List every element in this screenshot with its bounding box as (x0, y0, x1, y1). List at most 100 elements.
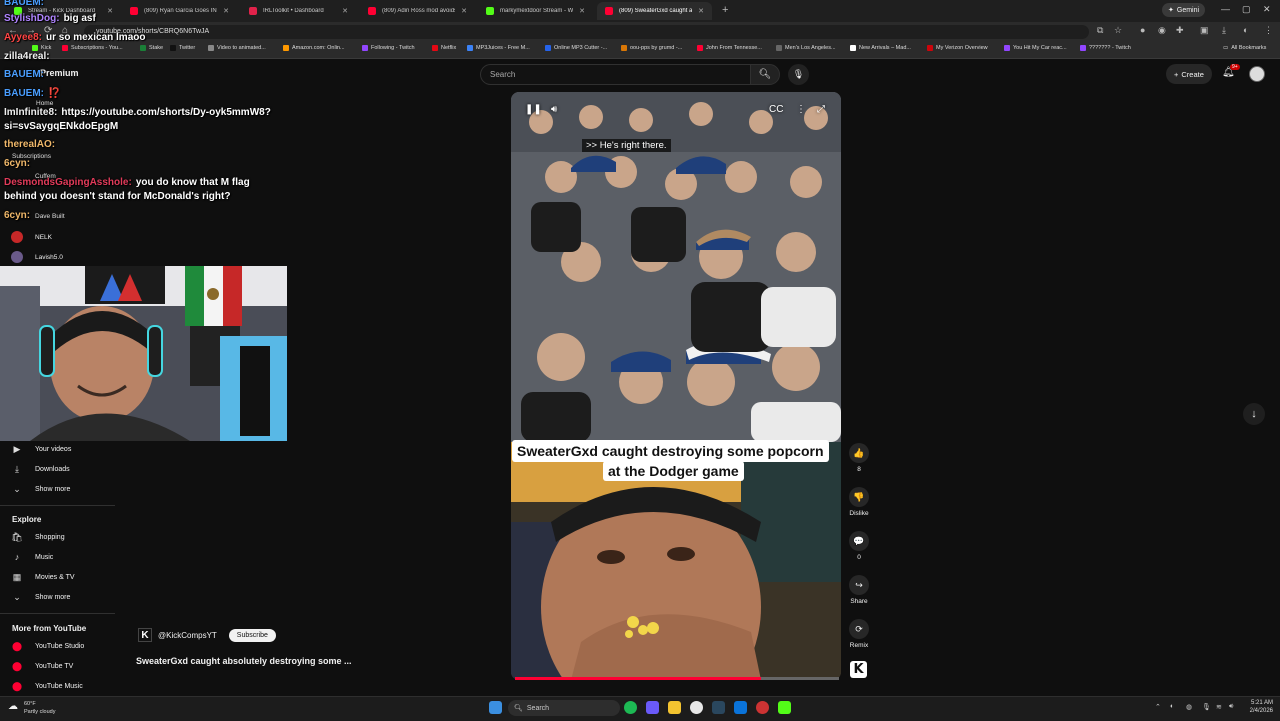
new-tab-button[interactable]: + (722, 4, 728, 16)
close-tab-icon[interactable]: ✕ (461, 7, 467, 15)
bookmark-item[interactable]: Men's Los Angeles... (776, 45, 836, 51)
extension-icon[interactable]: ● (1140, 25, 1145, 35)
channel-logo-kick[interactable]: K (850, 661, 867, 678)
bookmark-item[interactable]: Amazon.com: Onlin... (283, 45, 345, 51)
channel-handle[interactable]: @KickCompsYT (158, 631, 217, 640)
bookmark-item[interactable]: Stake (140, 45, 163, 51)
tab-favicon-icon (130, 7, 138, 15)
bookmark-item[interactable]: oou-pps by grumd -... (621, 45, 682, 51)
bookmark-item[interactable]: You Hit My Car reac... (1004, 45, 1067, 51)
subscription-dave-built[interactable]: Dave Built (35, 213, 65, 220)
maximize-button[interactable]: ▢ (1242, 4, 1251, 15)
bookmark-star-icon[interactable]: ☆ (1114, 25, 1122, 36)
extension-icon[interactable]: ◉ (1158, 25, 1166, 36)
tray-chevron-icon[interactable]: ⌃ (1155, 703, 1161, 711)
like-button[interactable]: 👍 8 (846, 443, 872, 473)
bookmark-item[interactable]: Subscriptions - You... (62, 45, 123, 51)
fullscreen-icon[interactable]: ⤢ (817, 104, 825, 115)
close-window-button[interactable]: ✕ (1263, 4, 1271, 15)
browser-tab[interactable]: (809) SweaterGxd caught ac... ✕ (597, 2, 712, 20)
bookmark-item[interactable]: My Verizon Overview (927, 45, 988, 51)
bookmark-item[interactable]: Online MP3 Cutter -... (545, 45, 607, 51)
menu-icon[interactable]: ⋮ (1264, 25, 1273, 36)
close-tab-icon[interactable]: ✕ (342, 7, 348, 15)
volume-tray-icon[interactable]: 🔊︎ (1229, 703, 1233, 711)
system-clock[interactable]: 5:21 AM 2/4/2026 (1243, 699, 1273, 715)
steam-icon[interactable] (712, 701, 725, 714)
sidebar-item-youtube-music[interactable]: ⬤ YouTube Music (11, 681, 83, 692)
comment-button[interactable]: 💬 0 (846, 531, 872, 561)
close-tab-icon[interactable]: ✕ (579, 7, 585, 15)
bookmark-item[interactable]: Following - Twitch (362, 45, 415, 51)
subscribe-button[interactable]: Subscribe (228, 628, 276, 642)
create-button[interactable]: + Create (1166, 64, 1212, 84)
bookmark-item[interactable]: Netflix (432, 45, 456, 51)
close-tab-icon[interactable]: ✕ (698, 7, 704, 15)
account-avatar[interactable] (1249, 66, 1265, 82)
bookmark-item[interactable]: MP3Juices - Free M... (467, 45, 530, 51)
weather-widget[interactable]: 60°F Partly cloudy (24, 700, 56, 716)
bookmark-item[interactable]: Video to animated... (208, 45, 266, 51)
chrome-icon[interactable] (690, 701, 703, 714)
address-bar[interactable]: youtube.com/shorts/CBRQ6N6TwJA (84, 25, 1089, 39)
youtube-search-input[interactable]: Search (480, 64, 750, 85)
sidebar-item-shopping[interactable]: 🛍︎ Shopping (11, 532, 64, 543)
install-app-icon[interactable]: ⧉ (1097, 25, 1103, 36)
bookmark-item[interactable]: New Arrivals – Mad... (850, 45, 911, 51)
captions-icon[interactable]: CC (769, 104, 783, 115)
tray-app-icon[interactable]: ◍ (1186, 703, 1192, 711)
all-bookmarks[interactable]: ▭ All Bookmarks (1223, 45, 1266, 51)
browser-tab[interactable]: (809) Ryan Garcia Goes INSANE ✕ (122, 2, 237, 20)
sidepanel-icon[interactable]: ▣ (1200, 25, 1209, 36)
more-options-icon[interactable]: ⋮ (796, 104, 806, 115)
bookmark-label: New Arrivals – Mad... (859, 45, 911, 51)
taskbar-search[interactable]: 🔍︎ Search (508, 700, 620, 716)
bookmark-item[interactable]: John From Tennesse... (697, 45, 762, 51)
sidebar-show-more[interactable]: ⌄ Show more (11, 484, 70, 495)
voice-search-button[interactable]: 🎙︎ (788, 64, 809, 85)
profile-icon[interactable]: ◐ (1243, 25, 1248, 35)
kick-app-icon[interactable] (778, 701, 791, 714)
extensions-puzzle-icon[interactable]: ✚ (1176, 25, 1184, 36)
app-icon[interactable] (756, 701, 769, 714)
bookmark-item[interactable]: Twitter (170, 45, 195, 51)
remix-button[interactable]: ⟳ Remix (846, 619, 872, 649)
sidebar-item-downloads[interactable]: ⤓ Downloads (11, 464, 70, 475)
spotify-icon[interactable] (624, 701, 637, 714)
start-menu-icon[interactable] (489, 701, 502, 714)
bookmark-item[interactable]: ??????? - Twitch (1080, 45, 1131, 51)
tray-app-icon[interactable]: ◐ (1170, 703, 1174, 710)
discord-icon[interactable] (646, 701, 659, 714)
kick-channel-logo[interactable]: K (138, 628, 152, 642)
short-video-player[interactable]: ❚❚ 🔊︎ CC ⋮ ⤢ (511, 92, 841, 680)
search-button[interactable]: 🔍︎ (750, 64, 780, 85)
download-icon[interactable]: ⤓ (1222, 25, 1226, 36)
gemini-button[interactable]: ✦ Gemini (1162, 3, 1206, 17)
minimize-button[interactable]: — (1221, 4, 1230, 14)
sidebar-item-your-videos[interactable]: ▶ Your videos (11, 444, 72, 455)
short-description[interactable]: SweaterGxd caught absolutely destroying … (136, 656, 352, 666)
sidebar-item-youtube-studio[interactable]: ⬤ YouTube Studio (11, 641, 84, 652)
pause-icon[interactable]: ❚❚ (525, 104, 542, 115)
file-explorer-icon[interactable] (668, 701, 681, 714)
next-short-button[interactable]: ↓ (1243, 403, 1265, 425)
sidebar-item-movies[interactable]: ▦ Movies & TV (11, 572, 75, 583)
browser-tab[interactable]: markymextdoor Stream - Watch ✕ (478, 2, 593, 20)
sidebar-item-youtube-tv[interactable]: ⬤ YouTube TV (11, 661, 73, 672)
browser-tab[interactable]: (809) Adin Ross mod avoids ja... ✕ (360, 2, 475, 20)
microphone-tray-icon[interactable]: 🎙︎ (1202, 703, 1211, 711)
sidebar-item-home[interactable]: Home (36, 100, 53, 107)
tab-favicon-icon (368, 7, 376, 15)
share-button[interactable]: ↪ Share (846, 575, 872, 605)
subscription-lavish[interactable]: Lavish5.0 (11, 251, 63, 263)
browser-tab[interactable]: IRLToolkit • Dashboard ✕ (241, 2, 356, 20)
close-tab-icon[interactable]: ✕ (107, 7, 113, 15)
wifi-icon[interactable]: ≋ (1216, 703, 1222, 711)
volume-icon[interactable]: 🔊︎ (551, 104, 557, 115)
store-icon[interactable] (734, 701, 747, 714)
subscription-nelk[interactable]: NELK (11, 231, 52, 243)
sidebar-item-music[interactable]: ♪ Music (11, 552, 54, 562)
close-tab-icon[interactable]: ✕ (223, 7, 229, 15)
sidebar-show-more[interactable]: ⌄ Show more (11, 592, 70, 603)
dislike-button[interactable]: 👎 Dislike (846, 487, 872, 517)
